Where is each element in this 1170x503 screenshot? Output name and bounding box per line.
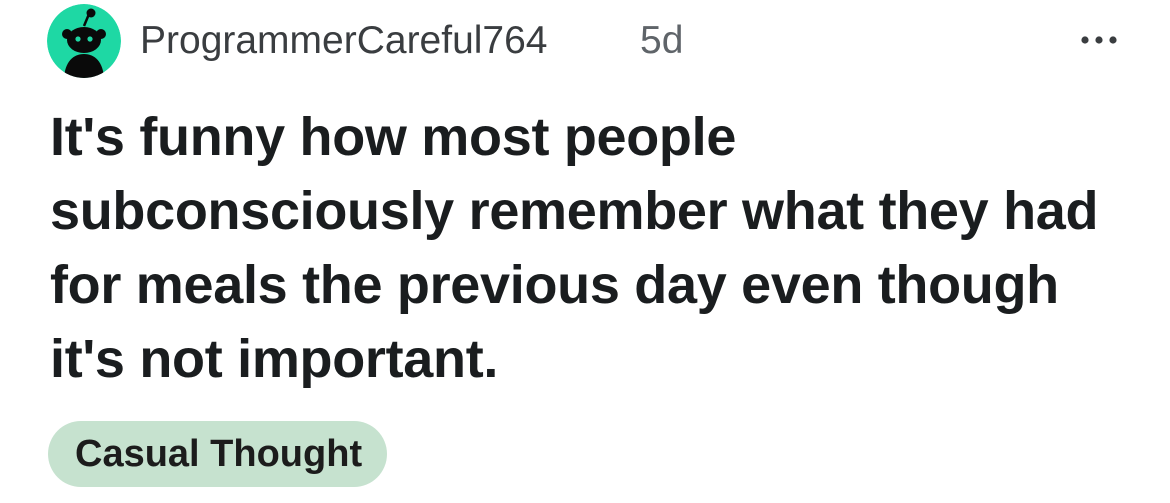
more-options-icon [1081, 36, 1117, 44]
post-flair[interactable]: Casual Thought [48, 421, 388, 487]
author-username[interactable]: ProgrammerCareful764 [140, 17, 548, 65]
post-card: ProgrammerCareful764 5d It's funny how m… [0, 0, 1170, 503]
author-avatar[interactable] [47, 4, 121, 78]
post-title[interactable]: It's funny how most people subconsciousl… [50, 100, 1140, 396]
snoo-avatar-icon [47, 4, 121, 78]
more-options-button[interactable] [1064, 20, 1134, 60]
post-timestamp: 5d [640, 19, 684, 62]
